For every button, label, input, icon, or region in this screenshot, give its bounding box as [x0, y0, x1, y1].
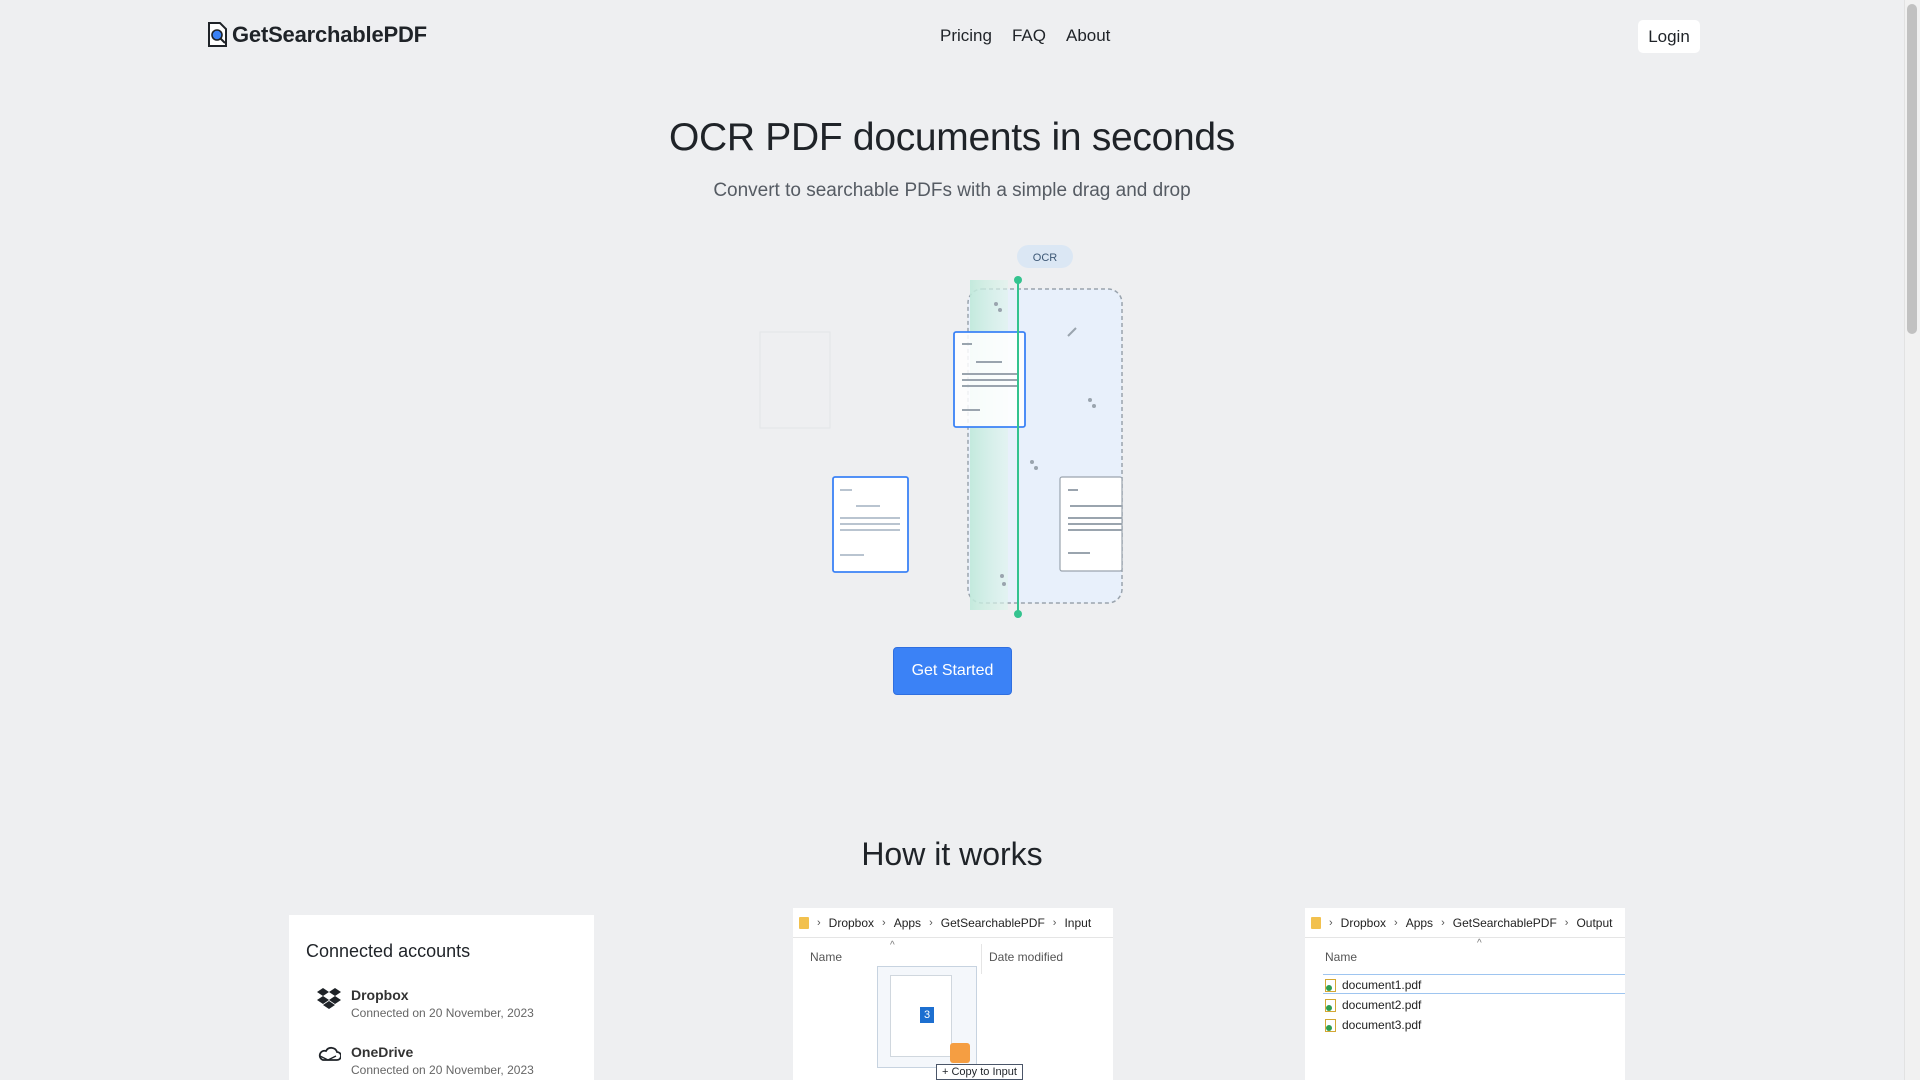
dragged-files-preview[interactable]: 3	[877, 966, 977, 1068]
chevron-right-icon: ›	[1441, 916, 1445, 929]
logo-icon	[208, 22, 227, 47]
account-onedrive[interactable]: OneDrive Connected on 20 November, 2023	[317, 1044, 534, 1077]
ocr-badge-label: OCR	[1033, 252, 1058, 264]
output-folder-window: › Dropbox › Apps › GetSearchablePDF › Ou…	[1305, 908, 1625, 1080]
ocr-illustration: OCR	[759, 245, 1123, 618]
input-folder-window: › Dropbox › Apps › GetSearchablePDF › In…	[793, 908, 1113, 1080]
account-name: OneDrive	[351, 1044, 414, 1060]
logo-text: GetSearchablePDF	[232, 22, 427, 47]
copy-to-input-tooltip: + Copy to Input	[936, 1064, 1023, 1080]
folder-icon	[799, 916, 809, 929]
onedrive-icon	[318, 1046, 341, 1061]
breadcrumb-item[interactable]: Dropbox	[1341, 916, 1386, 930]
pdf-file-icon	[1325, 978, 1336, 992]
hero-subtitle: Convert to searchable PDFs with a simple…	[713, 180, 1191, 201]
get-started-button[interactable]: Get Started	[893, 647, 1012, 695]
scrollbar-thumb[interactable]	[1907, 4, 1917, 334]
connected-accounts-title: Connected accounts	[306, 941, 471, 961]
breadcrumb-item[interactable]: Apps	[1406, 916, 1433, 930]
breadcrumb-item[interactable]: Input	[1064, 916, 1091, 930]
breadcrumb-item[interactable]: Dropbox	[829, 916, 874, 930]
sort-caret-icon: ^	[1477, 938, 1482, 949]
breadcrumb-item[interactable]: GetSearchablePDF	[1453, 916, 1557, 930]
file-row[interactable]: document1.pdf	[1325, 978, 1421, 992]
file-row[interactable]: document3.pdf	[1325, 1018, 1421, 1032]
breadcrumb-item[interactable]: GetSearchablePDF	[941, 916, 1045, 930]
connected-accounts-card: Connected accounts Dropbox Connected on …	[289, 915, 594, 1080]
chevron-right-icon: ›	[1329, 916, 1333, 929]
account-name: Dropbox	[351, 987, 409, 1003]
pdf-file-icon	[1325, 998, 1336, 1012]
pdf-file-icon	[1325, 1018, 1336, 1032]
chevron-right-icon: ›	[882, 916, 886, 929]
nav-about[interactable]: About	[1066, 26, 1110, 46]
nav-faq[interactable]: FAQ	[1012, 26, 1046, 46]
site-header: GetSearchablePDF Pricing FAQ About Login	[0, 0, 1904, 72]
main-nav: Pricing FAQ About	[940, 26, 1110, 46]
account-date: Connected on 20 November, 2023	[351, 1063, 534, 1077]
column-name[interactable]: Name	[810, 950, 842, 964]
faded-document	[759, 331, 831, 429]
breadcrumb: › Dropbox › Apps › GetSearchablePDF › Ou…	[1305, 908, 1625, 938]
drag-count-badge: 3	[920, 1007, 934, 1023]
account-date: Connected on 20 November, 2023	[351, 1006, 534, 1020]
chevron-right-icon: ›	[817, 916, 821, 929]
file-name: document3.pdf	[1342, 1018, 1422, 1032]
account-dropbox[interactable]: Dropbox Connected on 20 November, 2023	[317, 987, 534, 1020]
hero-title: OCR PDF documents in seconds	[669, 116, 1235, 159]
scan-band	[970, 280, 1008, 610]
column-name[interactable]: Name	[1325, 950, 1357, 964]
chevron-right-icon: ›	[929, 916, 933, 929]
breadcrumb-item[interactable]: Apps	[894, 916, 921, 930]
file-name: document2.pdf	[1342, 998, 1422, 1012]
app-badge-icon	[950, 1043, 970, 1063]
chevron-right-icon: ›	[1394, 916, 1398, 929]
chevron-right-icon: ›	[1052, 916, 1057, 929]
login-button[interactable]: Login	[1638, 20, 1700, 53]
folder-icon	[1311, 916, 1321, 929]
breadcrumb: › Dropbox › Apps › GetSearchablePDF › In…	[793, 908, 1113, 938]
column-date-modified[interactable]: Date modified	[989, 950, 1063, 964]
logo[interactable]: GetSearchablePDF	[206, 22, 427, 48]
file-name: document1.pdf	[1342, 978, 1422, 992]
chevron-right-icon: ›	[1564, 916, 1569, 929]
nav-pricing[interactable]: Pricing	[940, 26, 992, 46]
breadcrumb-item[interactable]: Output	[1576, 916, 1612, 930]
file-row[interactable]: document2.pdf	[1325, 998, 1421, 1012]
dropbox-icon	[317, 988, 341, 1009]
sort-caret-icon: ^	[890, 940, 895, 951]
page-scrollbar[interactable]	[1904, 0, 1920, 1080]
how-it-works-title: How it works	[861, 836, 1043, 872]
